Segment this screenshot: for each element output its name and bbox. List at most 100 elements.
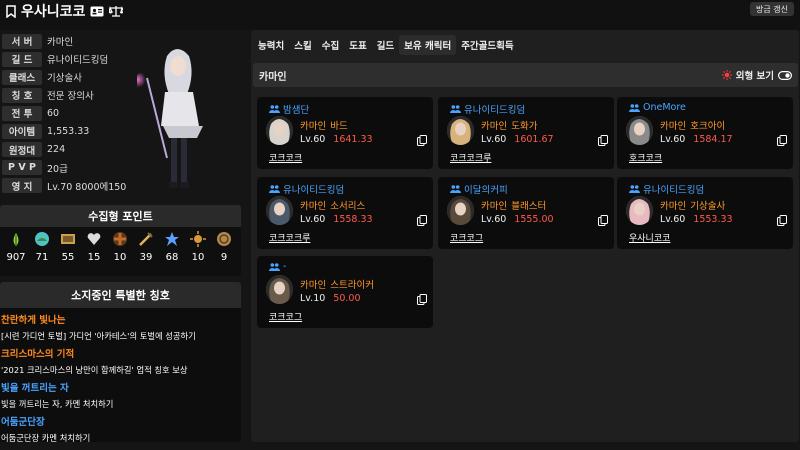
heart-icon <box>86 231 102 247</box>
collect-point-count: 15 <box>87 252 101 263</box>
group-icon <box>629 185 640 193</box>
tab-0[interactable]: 능력치 <box>253 35 289 55</box>
info-label: P V P <box>2 160 42 176</box>
guild-row: 유나이티드킹덤 <box>629 182 704 196</box>
character-server: 카마인 <box>300 280 327 291</box>
copy-icon[interactable] <box>777 215 787 226</box>
collect-point-count: 55 <box>61 252 75 263</box>
character-class: 호크아이 <box>690 121 726 132</box>
character-server: 카마인 <box>660 121 687 132</box>
character-server: 카마인 <box>660 201 687 212</box>
character-card[interactable]: 유나이티드킹덤 카마인 도화가 Lv.60 1601.67 코크코크루 <box>438 97 614 169</box>
collect-point-item[interactable]: 907 <box>3 231 29 263</box>
collect-point-count: 9 <box>220 252 228 263</box>
collect-point-item[interactable]: 15 <box>81 231 107 263</box>
character-portrait <box>133 38 209 198</box>
character-card[interactable]: 유나이티드킹덤 카마인 소서리스 Lv.60 1558.33 코크코크루 <box>257 177 433 249</box>
character-level: Lv.60 <box>660 214 686 225</box>
info-value: 60 <box>47 107 60 119</box>
collect-point-item[interactable]: 39 <box>133 231 159 263</box>
tab-4[interactable]: 길드 <box>372 35 399 55</box>
collect-point-count: 10 <box>113 252 127 263</box>
tab-3[interactable]: 도표 <box>344 35 371 55</box>
guild-row: - <box>269 261 286 272</box>
character-avatar <box>626 116 653 145</box>
collect-point-item[interactable]: 71 <box>29 231 55 263</box>
info-label: 원정대 <box>2 142 42 158</box>
character-class-row: 카마인 기상술사 <box>660 198 725 212</box>
refresh-button[interactable]: 방금 갱신 <box>750 2 794 16</box>
character-level-row: Lv.60 1553.33 <box>660 214 733 225</box>
special-title-name: 빛을 꺼트리는 자 <box>1 383 69 394</box>
tab-5[interactable]: 보유 캐릭터 <box>399 35 457 55</box>
sword-icon <box>138 231 154 247</box>
top-bar: 우사니코코 방금 갱신 <box>0 0 800 30</box>
character-level: Lv.60 <box>660 134 686 145</box>
special-title-name: 어둠군단장 <box>1 417 45 428</box>
group-icon <box>269 185 280 193</box>
collect-point-item[interactable]: 10 <box>185 231 211 263</box>
character-nickname[interactable]: 우사니코코 <box>629 231 670 244</box>
id-card-icon[interactable] <box>90 6 104 17</box>
tab-1[interactable]: 스킬 <box>289 35 316 55</box>
guild-row: 유나이티드킹덤 <box>450 102 525 116</box>
server-name: 카마인 <box>259 71 287 83</box>
copy-icon[interactable] <box>417 135 427 146</box>
collect-point-item[interactable]: 9 <box>211 231 237 263</box>
character-class: 스트라이커 <box>330 280 374 291</box>
guild-row: 유나이티드킹덤 <box>269 182 344 196</box>
tab-2[interactable]: 수집 <box>317 35 344 55</box>
character-card[interactable]: 유나이티드킹덤 카마인 기상술사 Lv.60 1553.33 우사니코코 <box>617 177 793 249</box>
character-level: Lv.60 <box>481 134 507 145</box>
copy-icon[interactable] <box>598 215 608 226</box>
coin-icon <box>216 231 232 247</box>
copy-icon[interactable] <box>417 215 427 226</box>
info-label: 칭 호 <box>2 87 42 103</box>
info-label: 길 드 <box>2 51 42 67</box>
copy-icon[interactable] <box>777 135 787 146</box>
character-item-level: 1601.67 <box>514 134 554 145</box>
character-card[interactable]: 이달의커피 카마인 블래스터 Lv.60 1555.00 코크코그 <box>438 177 614 249</box>
collect-point-item[interactable]: 68 <box>159 231 185 263</box>
info-value: 기상술사 <box>47 73 82 85</box>
sun-icon <box>190 231 206 247</box>
group-icon <box>269 105 280 113</box>
character-class: 바드 <box>330 121 348 132</box>
group-icon <box>450 105 461 113</box>
copy-icon[interactable] <box>598 135 608 146</box>
character-nickname[interactable]: 코크코크루 <box>269 231 310 244</box>
copy-icon[interactable] <box>417 294 427 305</box>
appearance-toggle[interactable]: 외형 보기 <box>721 68 792 82</box>
info-value: 전문 장의사 <box>47 91 94 103</box>
tab-6[interactable]: 주간골드획득 <box>456 35 518 55</box>
group-icon <box>450 185 461 193</box>
collect-point-count: 39 <box>139 252 153 263</box>
info-value: Lv.70 8000에150 <box>47 181 127 193</box>
server-header: 카마인 외형 보기 <box>253 63 798 87</box>
bookmark-icon[interactable] <box>6 4 16 18</box>
guild-name: OneMore <box>643 102 686 113</box>
character-item-level: 1584.17 <box>693 134 733 145</box>
collect-points-list: 907 71 55 15 10 39 68 10 9 <box>0 227 241 263</box>
character-nickname[interactable]: 코크코크 <box>269 151 302 164</box>
character-server: 카마인 <box>481 121 508 132</box>
character-card[interactable]: - 카마인 스트라이커 Lv.10 50.00 코크코그 <box>257 256 433 328</box>
character-card[interactable]: 밤샘단 카마인 바드 Lv.60 1641.33 코크코크 <box>257 97 433 169</box>
character-card[interactable]: OneMore 카마인 호크아이 Lv.60 1584.17 호크코크 <box>617 97 793 169</box>
guild-name: 유나이티드킹덤 <box>283 185 345 196</box>
character-nickname[interactable]: 호크코크 <box>629 151 662 164</box>
info-label: 전 투 <box>2 105 42 121</box>
character-nickname[interactable]: 코크코그 <box>450 231 483 244</box>
character-level: Lv.60 <box>300 134 326 145</box>
info-value: 유나이티드킹덤 <box>47 55 109 67</box>
character-avatar <box>447 116 474 145</box>
collect-point-count: 71 <box>35 252 49 263</box>
character-nickname[interactable]: 코크코크루 <box>450 151 491 164</box>
collect-point-item[interactable]: 55 <box>55 231 81 263</box>
toggle-switch-icon[interactable] <box>778 70 792 80</box>
character-nickname[interactable]: 코크코그 <box>269 310 302 323</box>
special-title-desc: 어둠군단장 카멘 처치하기 <box>1 433 91 443</box>
info-value: 224 <box>47 144 66 156</box>
scale-icon[interactable] <box>109 5 124 17</box>
collect-point-item[interactable]: 10 <box>107 231 133 263</box>
